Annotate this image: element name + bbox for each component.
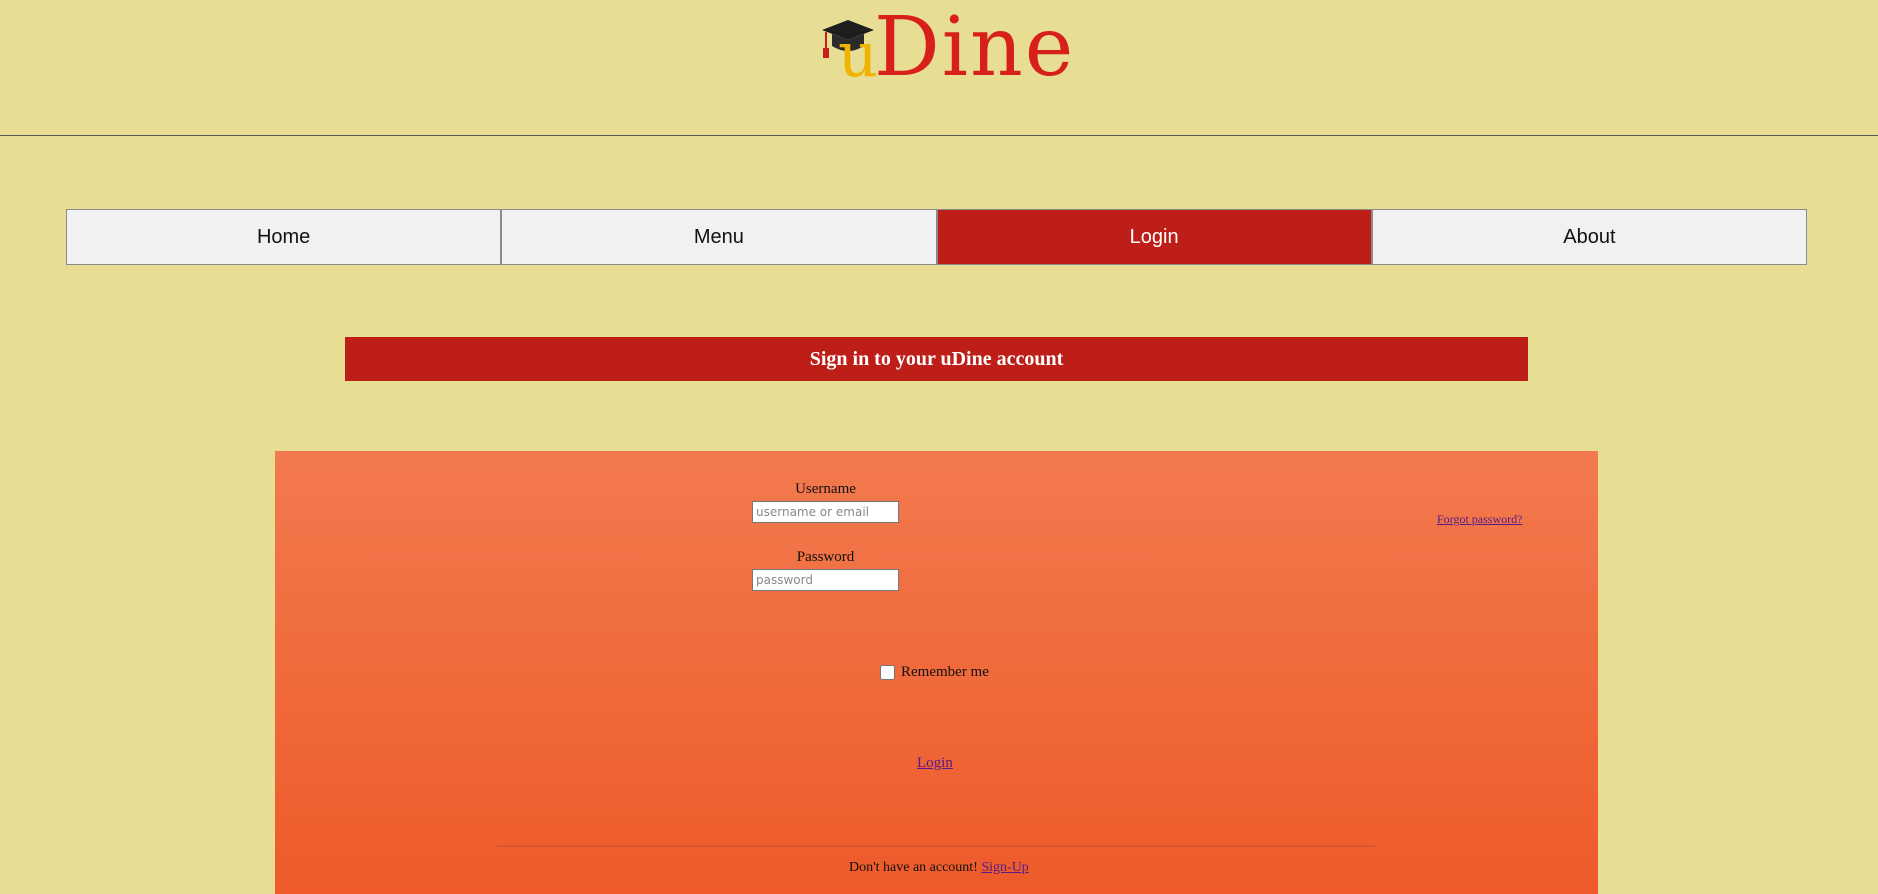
panel-divider xyxy=(497,845,1375,847)
udine-logo[interactable]: u Dine xyxy=(818,0,1073,100)
nav-about[interactable]: About xyxy=(1371,209,1807,265)
signup-prompt: Don't have an account! xyxy=(849,860,978,875)
header-divider xyxy=(0,135,1878,136)
password-label: Password xyxy=(796,549,855,565)
logo-letter-u: u xyxy=(838,18,878,91)
logo-word-dine: Dine xyxy=(874,0,1076,95)
signup-line: Don't have an account! Sign-Up xyxy=(849,860,1029,876)
page: u Dine Home Menu Login About Sign in to … xyxy=(0,0,1878,894)
remember-me[interactable]: Remember me xyxy=(880,664,989,681)
signin-banner: Sign in to your uDine account xyxy=(345,337,1528,381)
login-link[interactable]: Login xyxy=(917,755,953,772)
nav-menu[interactable]: Menu xyxy=(501,209,937,265)
login-panel: Username Password Forgot password? Remem… xyxy=(275,451,1598,894)
username-label: Username xyxy=(795,481,856,497)
username-input[interactable] xyxy=(752,501,899,523)
remember-me-label: Remember me xyxy=(901,664,989,680)
nav-home[interactable]: Home xyxy=(66,209,502,265)
nav-login[interactable]: Login xyxy=(936,209,1372,265)
signup-link[interactable]: Sign-Up xyxy=(981,860,1028,875)
password-input[interactable] xyxy=(752,569,899,591)
forgot-password-link[interactable]: Forgot password? xyxy=(1437,512,1522,527)
main-nav: Home Menu Login About xyxy=(66,209,1807,265)
remember-me-checkbox[interactable] xyxy=(880,665,895,680)
